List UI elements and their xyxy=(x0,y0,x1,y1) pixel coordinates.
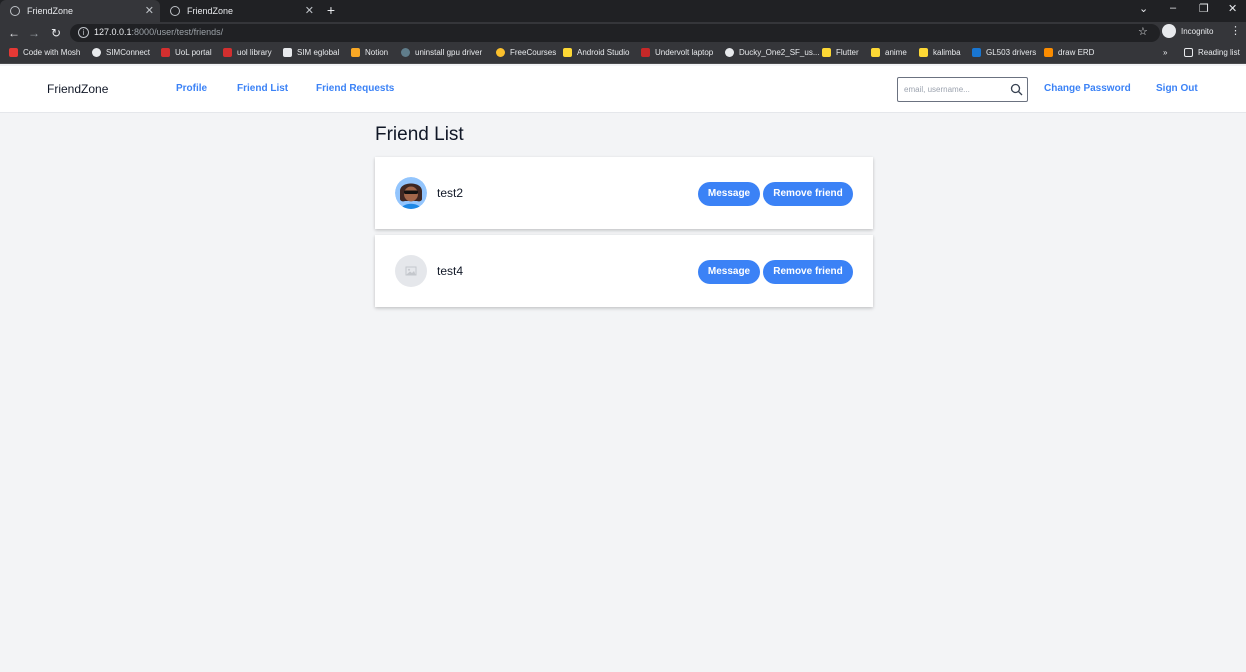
bookmark-icon xyxy=(401,48,410,57)
bookmark-icon xyxy=(223,48,232,57)
friend-username[interactable]: test4 xyxy=(437,264,463,278)
nav-profile[interactable]: Profile xyxy=(176,83,207,94)
friend-username[interactable]: test2 xyxy=(437,186,463,200)
friend-card: test4 Message Remove friend xyxy=(375,235,873,307)
change-password-link[interactable]: Change Password xyxy=(1044,83,1131,94)
close-icon[interactable]: ✕ xyxy=(145,4,154,17)
incognito-icon xyxy=(1162,24,1176,38)
folder-icon xyxy=(563,48,572,57)
tab-title: FriendZone xyxy=(187,6,234,16)
back-icon[interactable]: ← xyxy=(6,25,22,41)
folder-icon xyxy=(822,48,831,57)
image-placeholder-icon xyxy=(405,266,417,276)
restore-icon[interactable]: ❐ xyxy=(1199,2,1209,15)
remove-friend-button[interactable]: Remove friend xyxy=(763,260,853,284)
bookmark-item[interactable]: Android Studio xyxy=(563,48,629,57)
browser-tab[interactable]: FriendZone ✕ xyxy=(160,0,320,22)
forward-icon[interactable]: → xyxy=(26,25,42,41)
profile-label: Incognito xyxy=(1181,26,1214,36)
bookmark-icon xyxy=(496,48,505,57)
bookmark-item[interactable]: Flutter xyxy=(822,48,859,57)
sign-out-link[interactable]: Sign Out xyxy=(1156,83,1198,94)
bookmark-item[interactable]: uninstall gpu driver xyxy=(401,48,482,57)
tab-title: FriendZone xyxy=(27,6,74,16)
url-text: 127.0.0.1:8000/user/test/friends/ xyxy=(94,27,224,37)
bookmark-star-icon[interactable]: ☆ xyxy=(1138,25,1148,38)
globe-icon xyxy=(170,6,180,16)
browser-tab[interactable]: FriendZone ✕ xyxy=(0,0,160,22)
bookmark-icon xyxy=(972,48,981,57)
nav-friend-list[interactable]: Friend List xyxy=(237,83,288,94)
friend-card: test2 Message Remove friend xyxy=(375,157,873,229)
incognito-profile[interactable]: Incognito xyxy=(1162,24,1213,38)
bookmark-icon xyxy=(9,48,18,57)
more-bookmarks-button[interactable]: » xyxy=(1163,48,1167,57)
globe-icon xyxy=(10,6,20,16)
window-close-icon[interactable]: ✕ xyxy=(1228,2,1237,15)
bookmark-item[interactable]: FreeCourses xyxy=(496,48,556,57)
new-tab-button[interactable]: + xyxy=(323,2,339,18)
search-icon[interactable] xyxy=(1010,83,1023,96)
bookmark-item[interactable]: Undervolt laptop xyxy=(641,48,713,57)
bookmark-icon xyxy=(1044,48,1053,57)
bookmark-icon xyxy=(351,48,360,57)
reading-list-icon xyxy=(1184,48,1193,57)
message-button[interactable]: Message xyxy=(698,260,760,284)
minimize-icon[interactable]: – xyxy=(1170,2,1176,14)
reload-icon[interactable]: ↻ xyxy=(48,25,64,41)
bookmark-item[interactable]: uol library xyxy=(223,48,272,57)
browser-toolbar: ← → ↻ i 127.0.0.1:8000/user/test/friends… xyxy=(0,22,1246,44)
avatar[interactable] xyxy=(395,177,427,209)
nav-friend-requests[interactable]: Friend Requests xyxy=(316,83,394,94)
bookmark-item[interactable]: SIMConnect xyxy=(92,48,150,57)
bookmark-icon xyxy=(161,48,170,57)
menu-icon[interactable]: ⋮ xyxy=(1230,24,1241,37)
bookmark-icon xyxy=(641,48,650,57)
address-bar[interactable]: i 127.0.0.1:8000/user/test/friends/ xyxy=(70,24,1160,42)
bookmark-item[interactable]: SIM eglobal xyxy=(283,48,339,57)
chevron-down-icon[interactable]: ⌄ xyxy=(1139,2,1148,15)
bookmark-item[interactable]: Ducky_One2_SF_us... xyxy=(725,48,819,57)
remove-friend-button[interactable]: Remove friend xyxy=(763,182,853,206)
bookmark-icon xyxy=(283,48,292,57)
user-avatar-icon xyxy=(395,177,427,209)
folder-icon xyxy=(871,48,880,57)
folder-icon xyxy=(919,48,928,57)
avatar[interactable] xyxy=(395,255,427,287)
message-button[interactable]: Message xyxy=(698,182,760,206)
bookmark-item[interactable]: Notion xyxy=(351,48,388,57)
page-title: Friend List xyxy=(375,124,464,145)
bookmark-icon xyxy=(725,48,734,57)
bookmark-item[interactable]: kalimba xyxy=(919,48,961,57)
info-icon[interactable]: i xyxy=(78,27,89,38)
close-icon[interactable]: ✕ xyxy=(305,4,314,17)
app-navbar: FriendZone Profile Friend List Friend Re… xyxy=(0,66,1246,113)
bookmark-item[interactable]: UoL portal xyxy=(161,48,212,57)
search-input[interactable] xyxy=(898,78,1008,101)
bookmarks-bar: Code with Mosh SIMConnect UoL portal uol… xyxy=(0,44,1246,64)
browser-tab-bar: FriendZone ✕ FriendZone ✕ + ⌄ – ❐ ✕ xyxy=(0,0,1246,22)
reading-list-button[interactable]: Reading list xyxy=(1184,48,1240,57)
bookmark-item[interactable]: GL503 drivers xyxy=(972,48,1036,57)
brand-logo[interactable]: FriendZone xyxy=(47,82,108,96)
bookmark-item[interactable]: Code with Mosh xyxy=(9,48,80,57)
bookmark-icon xyxy=(92,48,101,57)
bookmark-item[interactable]: anime xyxy=(871,48,907,57)
bookmark-item[interactable]: draw ERD xyxy=(1044,48,1094,57)
search-box xyxy=(897,77,1028,102)
